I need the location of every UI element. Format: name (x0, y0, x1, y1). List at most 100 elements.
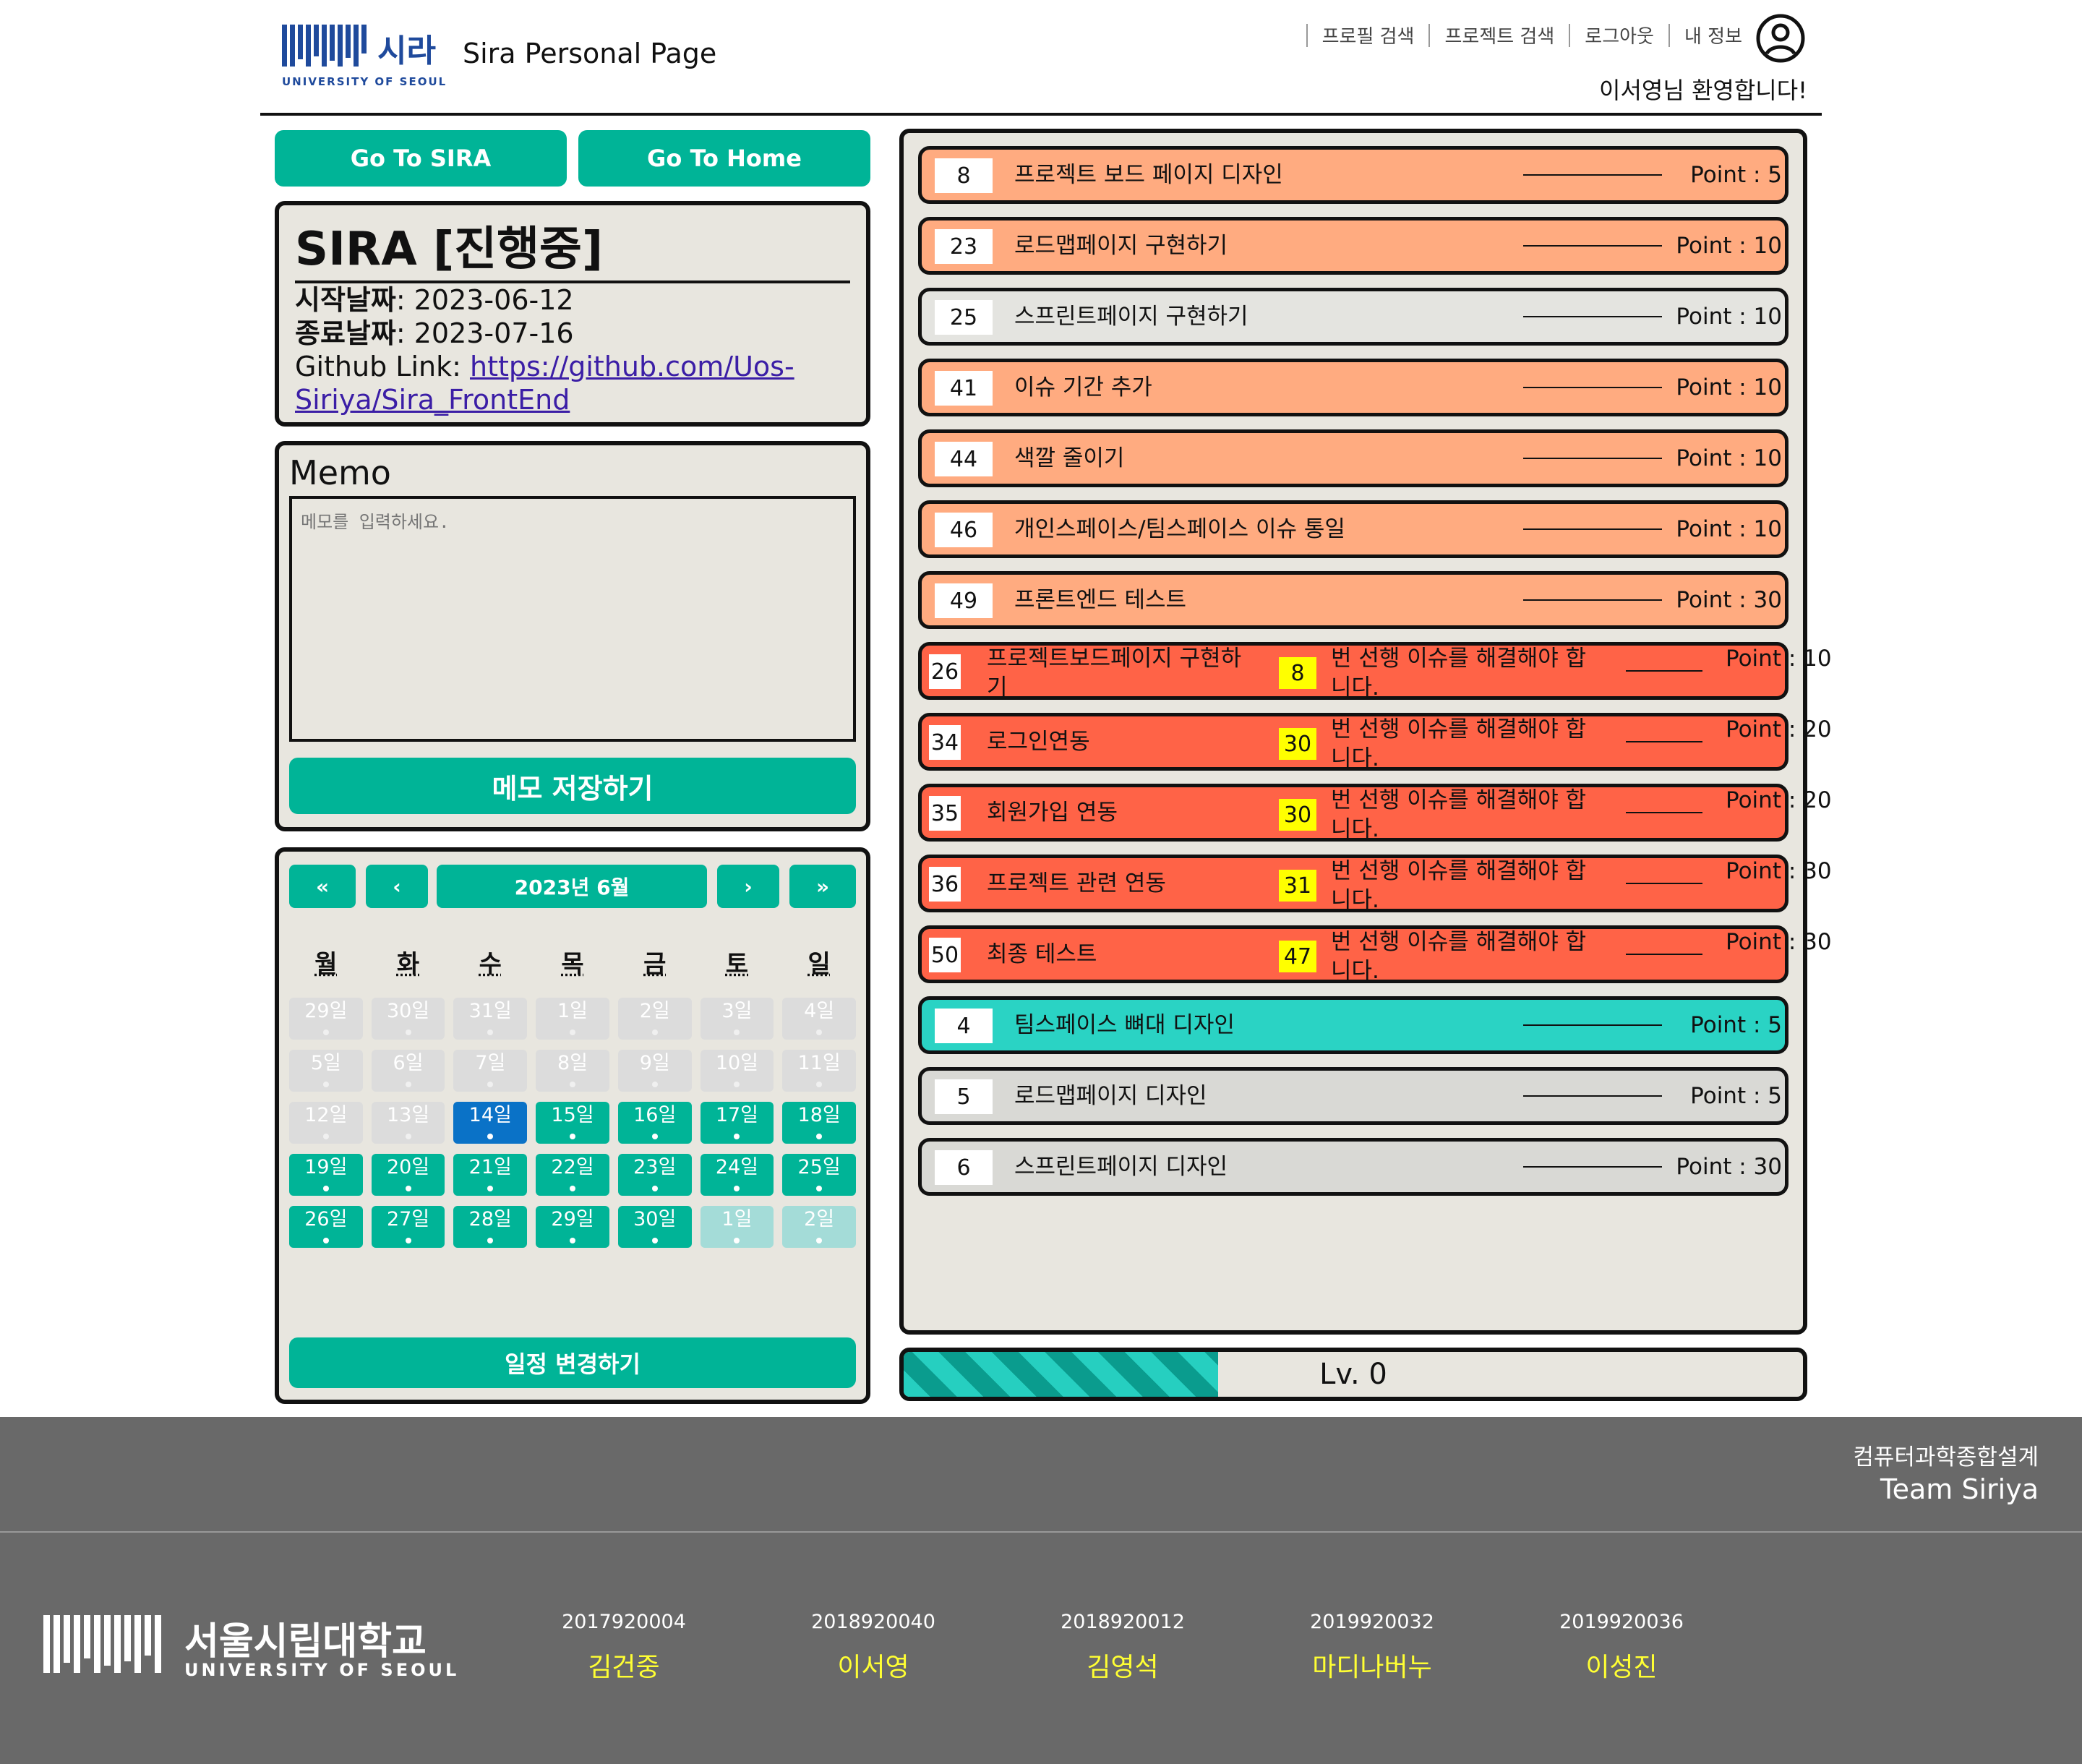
calendar-day[interactable]: 4일 (782, 998, 856, 1040)
next-month-button[interactable]: › (717, 865, 779, 908)
issue-point: Point : 5 (1690, 1012, 1782, 1038)
site-footer: 컴퓨터과학종합설계 Team Siriya 서울시립대학교 UNIVERSITY… (0, 1417, 2082, 1764)
event-dot-icon (405, 1029, 411, 1035)
calendar-day[interactable]: 24일 (700, 1154, 774, 1196)
issue-point: Point : 10 (1676, 445, 1782, 471)
calendar-day[interactable]: 19일 (289, 1154, 363, 1196)
calendar-day[interactable]: 1일 (700, 1206, 774, 1248)
calendar-day[interactable]: 2일 (617, 998, 692, 1040)
calendar-day[interactable]: 23일 (617, 1154, 692, 1196)
issue-row[interactable]: 23 로드맵페이지 구현하기 Point : 10 (918, 217, 1788, 275)
issue-row[interactable]: 26 프로젝트보드페이지 구현하기 8 번 선행 이슈를 해결해야 합니다. Point… (918, 642, 1832, 701)
calendar-weekdays: 월 화 수 목 금 토 일 (289, 944, 856, 980)
nav-divider (1569, 23, 1571, 47)
calendar-day[interactable]: 9일 (617, 1050, 692, 1092)
calendar-day[interactable]: 30일 (371, 998, 445, 1040)
calendar-day-label: 24일 (715, 1156, 759, 1178)
calendar-day-label: 10일 (715, 1052, 759, 1074)
nav-divider (1668, 23, 1670, 47)
calendar-day-label: 19일 (304, 1156, 348, 1178)
calendar-day[interactable]: 2일 (782, 1206, 856, 1248)
calendar-day[interactable]: 26일 (289, 1206, 363, 1248)
calendar-day[interactable]: 15일 (536, 1102, 609, 1144)
issue-title: 팀스페이스 뼈대 디자인 (1014, 1012, 1235, 1038)
calendar-day[interactable]: 28일 (453, 1206, 528, 1248)
member-name: 김건중 (588, 1653, 660, 1682)
calendar-day[interactable]: 20일 (371, 1154, 445, 1196)
calendar-day[interactable]: 5일 (289, 1050, 363, 1092)
nav-profile-search[interactable]: 프로필 검색 (1322, 22, 1415, 48)
calendar-day[interactable]: 29일 (536, 1206, 609, 1248)
calendar-day[interactable]: 30일 (617, 1206, 692, 1248)
user-circle-icon[interactable] (1755, 13, 1806, 64)
calendar-day[interactable]: 10일 (700, 1050, 774, 1092)
go-to-sira-button[interactable]: Go To SIRA (275, 130, 567, 187)
logo-bars-icon (282, 25, 369, 67)
issue-number: 44 (935, 442, 993, 476)
issue-row[interactable]: 6 스프린트페이지 디자인 Point : 30 (918, 1138, 1788, 1196)
calendar-day[interactable]: 16일 (617, 1102, 692, 1144)
calendar-day[interactable]: 18일 (782, 1102, 856, 1144)
issue-title: 스프린트페이지 디자인 (1014, 1154, 1228, 1180)
calendar-day[interactable]: 1일 (536, 998, 609, 1040)
calendar-day[interactable]: 21일 (453, 1154, 528, 1196)
issue-row[interactable]: 34 로그인연동 30 번 선행 이슈를 해결해야 합니다. Point : 20 (918, 713, 1832, 771)
calendar-day[interactable]: 13일 (371, 1102, 445, 1144)
calendar-day[interactable]: 11일 (782, 1050, 856, 1092)
calendar-day[interactable]: 22일 (536, 1154, 609, 1196)
issue-title: 색깔 줄이기 (1014, 445, 1125, 471)
memo-input[interactable] (289, 496, 856, 742)
calendar-day-label: 14일 (468, 1104, 512, 1126)
go-to-home-button[interactable]: Go To Home (578, 130, 870, 187)
issue-row[interactable]: 8 프로젝트 보드 페이지 디자인 Point : 5 (918, 146, 1788, 204)
issue-row[interactable]: 35 회원가입 연동 30 번 선행 이슈를 해결해야 합니다. Point : 20 (918, 784, 1832, 842)
level-label: Lv. 0 (1319, 1358, 1387, 1391)
issue-row[interactable]: 36 프로젝트 관련 연동 31 번 선행 이슈를 해결해야 합니다. Point : … (918, 855, 1832, 913)
calendar-day[interactable]: 27일 (371, 1206, 445, 1248)
calendar-day[interactable]: 3일 (700, 998, 774, 1040)
logo-text: 시라 (377, 33, 436, 69)
calendar-day[interactable]: 14일 (453, 1102, 528, 1144)
next-year-button[interactable]: » (789, 865, 856, 908)
issue-row[interactable]: 4 팀스페이스 뼈대 디자인 Point : 5 (918, 996, 1788, 1054)
issue-row[interactable]: 41 이슈 기간 추가 Point : 10 (918, 359, 1788, 416)
event-dot-icon (569, 1238, 575, 1243)
calendar-day[interactable]: 8일 (536, 1050, 609, 1092)
nav-divider (1306, 23, 1308, 47)
calendar-day[interactable]: 6일 (371, 1050, 445, 1092)
calendar-day-label: 26일 (304, 1208, 348, 1230)
calendar-day[interactable]: 17일 (700, 1102, 774, 1144)
sira-logo[interactable]: 시라 UNIVERSITY OF SEOUL (282, 25, 445, 90)
issue-row[interactable]: 46 개인스페이스/팀스페이스 이슈 통일 Point : 10 (918, 500, 1788, 558)
calendar-day-label: 30일 (633, 1208, 677, 1230)
prev-month-button[interactable]: ‹ (366, 865, 428, 908)
blocker-message: 번 선행 이슈를 해결해야 합니다. (1331, 858, 1587, 913)
event-dot-icon (487, 1082, 494, 1087)
calendar-month-label[interactable]: 2023년 6월 (437, 865, 707, 908)
nav-project-search[interactable]: 프로젝트 검색 (1444, 22, 1554, 48)
calendar-day[interactable]: 7일 (453, 1050, 528, 1092)
issue-divider (1626, 812, 1702, 813)
calendar-day[interactable]: 25일 (782, 1154, 856, 1196)
prev-year-button[interactable]: « (289, 865, 356, 908)
member-id: 2019920036 (1559, 1611, 1684, 1633)
save-memo-button[interactable]: 메모 저장하기 (289, 758, 856, 814)
issue-row[interactable]: 49 프론트엔드 테스트 Point : 30 (918, 571, 1788, 629)
issue-row[interactable]: 5 로드맵페이지 디자인 Point : 5 (918, 1067, 1788, 1125)
event-dot-icon (569, 1082, 575, 1087)
issue-divider (1626, 670, 1702, 672)
project-start-date: 시작날짜: 2023-06-12 (295, 283, 850, 317)
event-dot-icon (322, 1238, 329, 1243)
calendar-day[interactable]: 31일 (453, 998, 528, 1040)
issue-row[interactable]: 50 최종 테스트 47 번 선행 이슈를 해결해야 합니다. Point : 30 (918, 925, 1832, 984)
issue-row[interactable]: 25 스프린트페이지 구현하기 Point : 10 (918, 288, 1788, 346)
nav-my-info[interactable]: 내 정보 (1684, 22, 1742, 48)
change-schedule-button[interactable]: 일정 변경하기 (289, 1337, 856, 1388)
issue-row[interactable]: 44 색깔 줄이기 Point : 10 (918, 429, 1788, 487)
calendar-day[interactable]: 12일 (289, 1102, 363, 1144)
nav-logout[interactable]: 로그아웃 (1585, 22, 1654, 48)
calendar-day[interactable]: 29일 (289, 998, 363, 1040)
weekday: 화 (396, 950, 420, 979)
issue-title: 최종 테스트 (987, 941, 1097, 967)
blocker-message: 번 선행 이슈를 해결해야 합니다. (1331, 646, 1587, 701)
